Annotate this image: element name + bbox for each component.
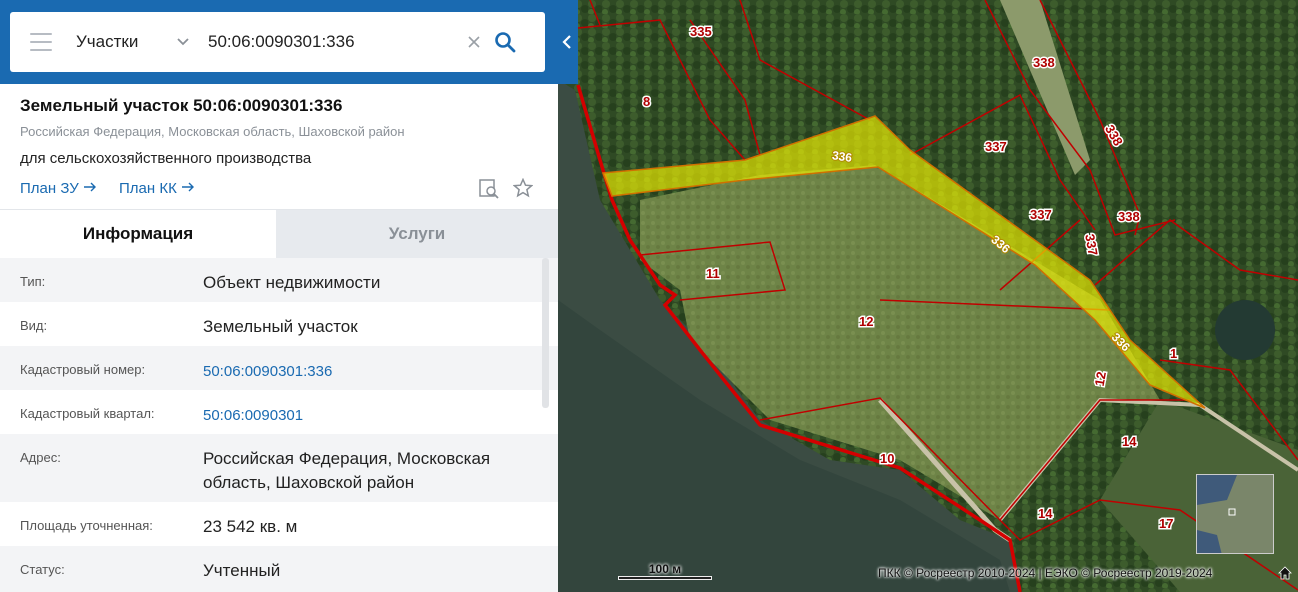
parcel-label[interactable]: 1: [1169, 345, 1179, 363]
plan-kk-label: План КК: [119, 180, 177, 197]
overview-minimap[interactable]: [1196, 474, 1274, 554]
table-row: Площадь уточненная: 23 542 кв. м: [0, 502, 558, 546]
scale-bar: 100 м: [618, 562, 712, 580]
scrollbar[interactable]: [542, 258, 549, 408]
row-key: Вид:: [20, 318, 48, 333]
side-panel: Участки Земельный участок: [0, 0, 578, 592]
row-value: Земельный участок: [203, 317, 358, 336]
row-value: 23 542 кв. м: [203, 517, 298, 536]
arrow-right-icon: [181, 182, 194, 192]
row-value: Российская Федерация, Московская область…: [203, 449, 491, 492]
row-key: Кадастровый квартал:: [20, 406, 155, 421]
chevron-left-icon: [562, 35, 571, 49]
table-row: Вид: Земельный участок: [0, 302, 558, 346]
table-row: Кадастровый номер: 50:06:0090301:336: [0, 346, 558, 390]
search-icon[interactable]: [494, 31, 516, 53]
parcel-label[interactable]: 10: [879, 450, 896, 468]
tab-bar: Информация Услуги: [0, 210, 558, 258]
table-row: Кадастровый квартал: 50:06:0090301: [0, 390, 558, 434]
row-key: Площадь уточненная:: [20, 518, 153, 533]
row-key: Тип:: [20, 274, 46, 289]
row-value: Учтенный: [203, 561, 281, 580]
table-row: Статус: Учтенный: [0, 546, 558, 592]
close-icon[interactable]: [466, 34, 482, 50]
parcel-label[interactable]: 337: [984, 138, 1009, 156]
plan-zu-link[interactable]: План ЗУ: [20, 180, 97, 197]
star-icon[interactable]: [513, 178, 533, 198]
map-attribution: ПКК © Росреестр 2010-2024 | ЕЭКО © Росре…: [878, 566, 1213, 580]
object-card: Земельный участок 50:06:0090301:336 Росс…: [0, 84, 558, 210]
table-row: Адрес: Российская Федерация, Московская …: [0, 434, 558, 502]
search-bar: Участки: [10, 12, 545, 72]
parcel-label[interactable]: 8: [642, 93, 652, 111]
arrow-right-icon: [83, 182, 96, 192]
scale-line: [618, 576, 712, 580]
object-title: Земельный участок 50:06:0090301:336: [20, 96, 343, 115]
plan-zu-label: План ЗУ: [20, 180, 79, 197]
parcel-label[interactable]: 14: [1037, 505, 1055, 523]
object-address: Российская Федерация, Московская область…: [20, 124, 405, 139]
chevron-down-icon[interactable]: [176, 35, 190, 49]
parcel-label-336[interactable]: 336: [830, 147, 854, 166]
scale-label: 100 м: [648, 562, 682, 576]
parcel-label[interactable]: 12: [858, 313, 875, 331]
parcel-label[interactable]: 338: [1117, 208, 1142, 226]
info-table: Тип: Объект недвижимости Вид: Земельный …: [0, 258, 558, 592]
app-root: 335 8 338 338 338 337 337 337 336 336 33…: [0, 0, 1298, 592]
tab-information[interactable]: Информация: [0, 210, 276, 258]
table-row: Тип: Объект недвижимости: [0, 258, 558, 302]
parcel-label[interactable]: 12: [1090, 369, 1110, 389]
search-header: Участки: [0, 0, 578, 84]
cadastral-quarter-link[interactable]: 50:06:0090301: [203, 390, 533, 434]
row-key: Статус:: [20, 562, 65, 577]
parcel-label[interactable]: 14: [1121, 433, 1139, 451]
cadastral-number-link[interactable]: 50:06:0090301:336: [203, 346, 533, 390]
row-key: Кадастровый номер:: [20, 362, 146, 377]
row-value: Объект недвижимости: [203, 273, 381, 292]
parcel-label[interactable]: 338: [1032, 54, 1057, 72]
parcel-label[interactable]: 337: [1029, 206, 1054, 224]
layer-select[interactable]: Участки: [76, 32, 174, 52]
zoom-to-object-icon[interactable]: [478, 178, 500, 200]
object-purpose: для сельскохозяйственного производства: [20, 150, 312, 167]
search-input[interactable]: [208, 32, 458, 52]
parcel-label[interactable]: 17: [1158, 515, 1175, 533]
plan-kk-link[interactable]: План КК: [119, 180, 195, 197]
tab-services[interactable]: Услуги: [276, 210, 558, 258]
home-icon[interactable]: [1276, 564, 1294, 582]
menu-icon[interactable]: [30, 33, 52, 51]
parcel-label[interactable]: 335: [689, 23, 714, 41]
row-key: Адрес:: [20, 450, 61, 465]
parcel-label[interactable]: 11: [705, 265, 722, 283]
collapse-panel-button[interactable]: [556, 0, 578, 84]
